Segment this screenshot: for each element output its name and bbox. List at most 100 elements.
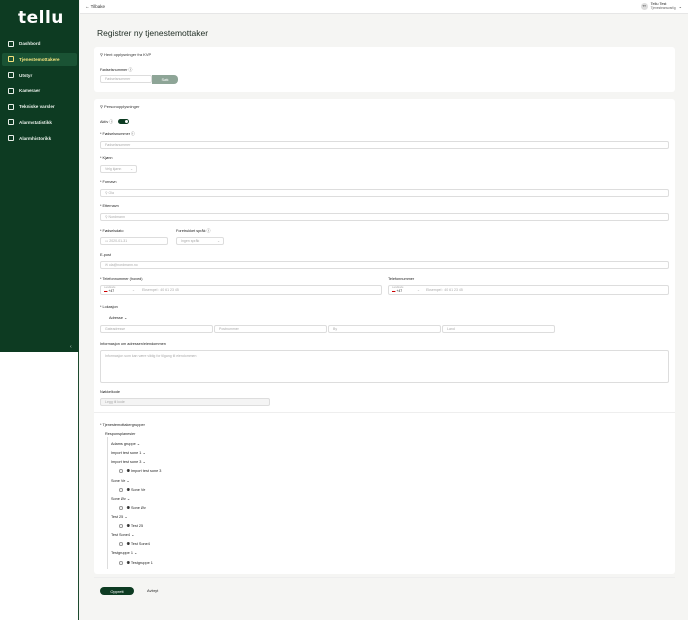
divider (94, 412, 675, 413)
chevron-down-icon: ⌄ (126, 497, 131, 501)
create-button[interactable]: Opprett (100, 587, 134, 595)
fnr-label: * Fødselsnummer ⓘ (100, 132, 135, 136)
user-role: Tjenesteansvarlig (650, 6, 676, 11)
tree-item[interactable]: Sone Øv ⌄ (111, 496, 130, 501)
epost-label: E-post (100, 253, 111, 257)
tree-root[interactable]: Responsplanesier (105, 432, 135, 436)
tlf-label: * Telefonnummer (hoved) (100, 277, 143, 281)
radio[interactable] (119, 524, 123, 528)
chevron-down-icon: ⌄ (217, 239, 220, 243)
sidebar-item-alarmhistorikk[interactable]: Alarmhistorikk (2, 132, 77, 145)
tree-item[interactable]: Test 25 ⌄ (111, 514, 128, 519)
divider (94, 577, 675, 578)
gate-input[interactable]: Gateadresse (100, 325, 213, 333)
history-icon (8, 135, 14, 142)
fnr-input[interactable]: Fødselsnummer (100, 141, 669, 149)
tlf2-input[interactable]: Landkode ▬ +47 ⌄ Eksempel : 40 61 23 45 (388, 285, 669, 295)
tree-item[interactable]: Testgruppe 1 ⌄ (111, 550, 137, 555)
chevron-down-icon: ⌄ (131, 533, 135, 537)
flag-icon: ▬ (104, 289, 108, 293)
fornavn-label: * Fornavn (100, 180, 117, 184)
etternavn-label: * Etternavn (100, 204, 119, 208)
sidebar-item-dashbord[interactable]: Dashbord (2, 37, 77, 50)
info-icon: ⓘ (206, 229, 211, 233)
info-icon: ⓘ (128, 68, 133, 72)
tlf-input[interactable]: Landkode ▬ +47 ⌄ Eksempel : 40 61 23 45 (100, 285, 382, 295)
kjonn-select[interactable]: Velg kjønn ⌄ (100, 165, 137, 173)
by-input[interactable]: By (328, 325, 441, 333)
radio[interactable] (119, 542, 123, 546)
country-code-select[interactable]: ▬ +47 (392, 289, 402, 294)
fodselsdato-input[interactable]: ▭ 2020-01-31 (100, 237, 168, 245)
tree-leaf[interactable]: ⚉ Test 25 (119, 523, 143, 528)
land-input[interactable]: Land (442, 325, 555, 333)
tools-icon (8, 103, 14, 110)
aktiv-toggle[interactable] (118, 119, 129, 124)
chevron-down-icon: ⌄ (132, 288, 135, 292)
page-title: Registrer ny tjenestemottaker (97, 28, 209, 38)
chevron-down-icon: ⌄ (126, 479, 130, 483)
sidebar-item-kameraer[interactable]: Kameraer (2, 84, 77, 97)
radio[interactable] (119, 561, 123, 565)
camera-icon (8, 87, 14, 94)
chart-icon (8, 119, 14, 126)
kvp-fnr-input[interactable]: Fødselsnummer (100, 75, 152, 83)
app-logo: tellu (18, 8, 64, 28)
kjonn-label: * Kjønn (100, 156, 113, 160)
chevron-down-icon: ⌄ (130, 167, 133, 171)
tree-line (107, 437, 108, 569)
tree-item[interactable]: Test Sone4 ⌄ (111, 532, 134, 537)
chevron-down-icon: ⌄ (678, 3, 682, 9)
tree-leaf[interactable]: ⚉ Sone Ve (119, 487, 145, 492)
sidebar: tellu Dashbord Tjenestemottakere Utstyr … (0, 0, 79, 352)
person-title: ⚲ Personopplysninger (100, 104, 140, 109)
nokkel-label: Nøkkelkode (100, 390, 121, 394)
sprak-label: Foretrukket språk ⓘ (176, 229, 211, 233)
tree-leaf[interactable]: ⚉ Test Sone4 (119, 541, 150, 546)
country-code-select[interactable]: ▬ +47 (104, 289, 114, 294)
chevron-down-icon: ⌄ (142, 460, 146, 464)
fornavn-input[interactable]: ⚲ Ola (100, 189, 669, 197)
kvp-card: ⚲ Hent opplysninger fra KVP Fødselsnumme… (94, 47, 675, 92)
lokasjon-label: * Lokasjon (100, 305, 118, 309)
epost-input[interactable]: ✉ ola@nordmann.no (100, 261, 669, 269)
sidebar-item-alarmstatistikk[interactable]: Alarmstatistikk (2, 116, 77, 129)
sidebar-nav: Dashbord Tjenestemottakere Utstyr Kamera… (2, 37, 77, 148)
chevron-left-icon[interactable]: ‹ (70, 344, 72, 350)
tree-item[interactable]: Sone Ve ⌄ (111, 478, 130, 483)
tree-item[interactable]: Adams gruppe ⌄ (111, 441, 140, 446)
topbar: ← Tilbake TT Tellu Test Tjenesteansvarlig… (80, 0, 688, 14)
tlf2-label: Telefonnummer (388, 277, 415, 281)
search-button[interactable]: Søk (152, 75, 178, 84)
tree-item[interactable]: Import test sone 1 ⌄ (111, 450, 146, 455)
chevron-down-icon: ⌄ (124, 316, 128, 320)
sidebar-item-tekniske-varsler[interactable]: Tekniske varsler (2, 100, 77, 113)
back-link[interactable]: ← Tilbake (85, 4, 105, 9)
chevron-down-icon: ⌄ (124, 515, 128, 519)
etternavn-input[interactable]: ⚲ Nordmann (100, 213, 669, 221)
radio[interactable] (119, 469, 123, 473)
kvp-fnr-label: Fødselsnummer ⓘ (100, 68, 133, 72)
users-icon (8, 56, 14, 63)
kvp-title: ⚲ Hent opplysninger fra KVP (100, 52, 152, 57)
sprak-select[interactable]: Ingen språk ⌄ (176, 237, 224, 245)
tree-item[interactable]: Import test sone 3 ⌄ (111, 459, 146, 464)
postnummer-input[interactable]: Postnummer (214, 325, 327, 333)
chevron-down-icon: ⌄ (134, 551, 138, 555)
adresse-select[interactable]: Adresse ⌄ (109, 315, 127, 320)
user-menu[interactable]: TT Tellu Test Tjenesteansvarlig ⌄ (640, 2, 682, 11)
tree-leaf[interactable]: ⚉ Import test sone 3 (119, 468, 161, 473)
device-icon (8, 72, 14, 79)
radio[interactable] (119, 506, 123, 510)
radio[interactable] (119, 488, 123, 492)
info-textarea[interactable]: Informasjon som kan være viktig for tilg… (100, 350, 669, 383)
tree-leaf[interactable]: ⚉ Sone Øv (119, 505, 146, 510)
sidebar-item-utstyr[interactable]: Utstyr (2, 69, 77, 82)
chevron-down-icon: ⌄ (142, 451, 146, 455)
tree-leaf[interactable]: ⚉ Testgruppe 1 (119, 560, 153, 565)
sidebar-item-tjenestemottakere[interactable]: Tjenestemottakere (2, 52, 77, 66)
person-card: ⚲ Personopplysninger Aktiv ⓘ * Fødselsnu… (94, 99, 675, 595)
fodselsdato-label: * Fødselsdato (100, 229, 124, 233)
nokkel-input[interactable]: Legg til kode (100, 398, 270, 406)
cancel-button[interactable]: Avbryt (147, 587, 158, 595)
